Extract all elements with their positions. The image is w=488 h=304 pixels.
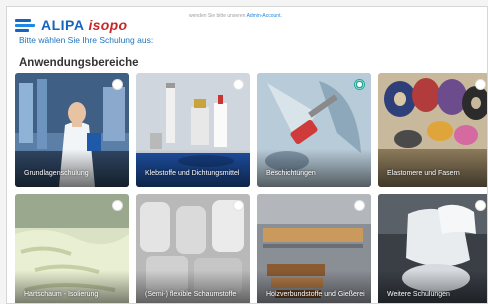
logo-alipa-text: ALIPA: [41, 17, 85, 33]
select-radio[interactable]: [475, 200, 486, 211]
tile-label: Holzverbundstoffe und Gießerei: [266, 291, 365, 298]
section-title: Anwendungsbereiche: [19, 57, 139, 69]
alipa-isopo-logo: ALIPA isopo: [15, 16, 127, 34]
brand-mark-icon: [15, 18, 37, 32]
select-radio[interactable]: [112, 79, 123, 90]
tile-holzverbundstoffe[interactable]: Holzverbundstoffe und Gießerei: [257, 194, 371, 303]
admin-account-link[interactable]: Admin-Account.: [247, 13, 282, 19]
tile-beschichtungen[interactable]: Beschichtungen: [257, 73, 371, 187]
select-radio[interactable]: [354, 200, 365, 211]
admin-note-text: wenden Sie bitte unseren: [189, 13, 246, 19]
tile-label: Beschichtungen: [266, 170, 316, 177]
training-selection-page: ALIPA isopo wenden Sie bitte unseren Adm…: [6, 6, 488, 304]
logo-isopo-text: isopo: [88, 17, 128, 33]
tile-label: Grundlagenschulung: [24, 170, 89, 177]
tile-grundlagenschulung[interactable]: Grundlagenschulung: [15, 73, 129, 187]
tile-schaumstoffe[interactable]: (Semi-) flexible Schaumstoffe: [136, 194, 250, 303]
intro-text: Bitte wählen Sie Ihre Schulung aus:: [19, 35, 154, 45]
select-radio[interactable]: [233, 79, 244, 90]
tile-label: (Semi-) flexible Schaumstoffe: [145, 291, 237, 298]
select-radio[interactable]: [233, 200, 244, 211]
tile-label: Hartschaum - Isolierung: [24, 291, 99, 298]
tile-elastomere[interactable]: Elastomere und Fasern: [378, 73, 487, 187]
admin-note: wenden Sie bitte unseren Admin-Account.: [189, 13, 282, 19]
select-radio[interactable]: [475, 79, 486, 90]
header: ALIPA isopo wenden Sie bitte unseren Adm…: [11, 13, 487, 35]
tile-klebstoffe[interactable]: Klebstoffe und Dichtungsmittel: [136, 73, 250, 187]
select-radio[interactable]: [112, 200, 123, 211]
tile-weitere-schulungen[interactable]: Weitere Schulungen: [378, 194, 487, 303]
tile-label: Elastomere und Fasern: [387, 170, 460, 177]
tile-label: Klebstoffe und Dichtungsmittel: [145, 170, 240, 177]
tile-hartschaum[interactable]: Hartschaum - Isolierung: [15, 194, 129, 303]
select-radio-selected[interactable]: [354, 79, 365, 90]
tile-label: Weitere Schulungen: [387, 291, 450, 298]
training-grid: Grundlagenschulung Klebstoffe und Dichtu…: [15, 73, 487, 303]
